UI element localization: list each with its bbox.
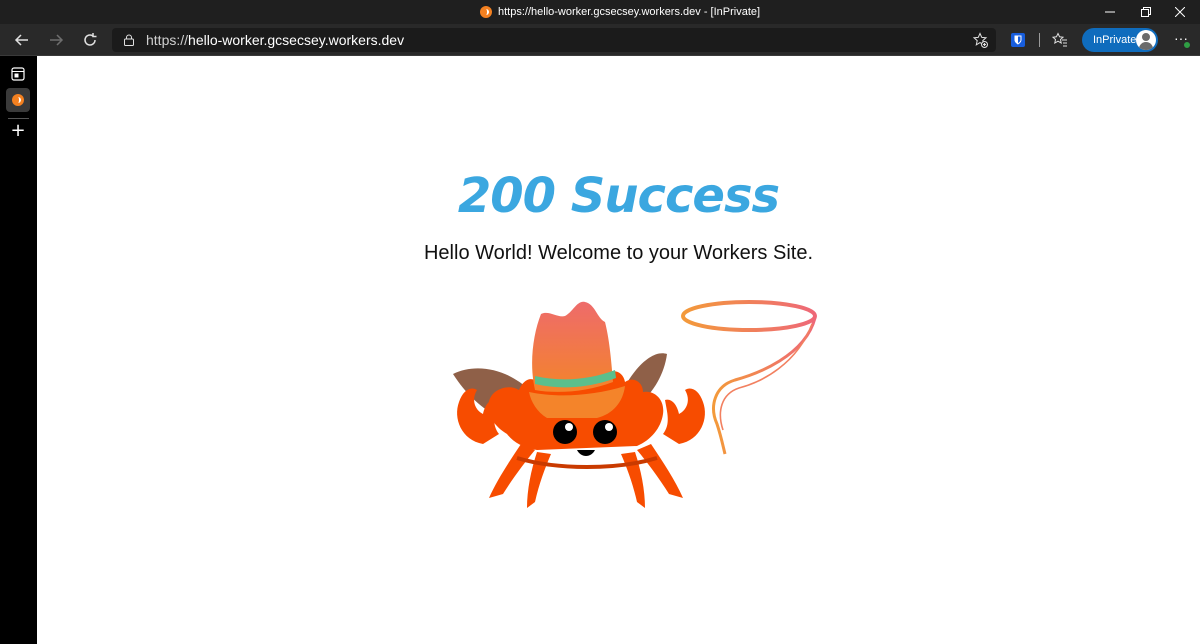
sidebar-divider	[8, 118, 29, 119]
avatar	[1136, 30, 1156, 50]
add-favorite-button[interactable]	[970, 30, 990, 50]
favorites-button[interactable]	[1050, 30, 1070, 50]
window-title-text: https://hello-worker.gcsecsey.workers.de…	[498, 6, 761, 18]
tab-actions-button[interactable]	[8, 64, 28, 84]
inprivate-button[interactable]: InPrivate	[1082, 28, 1158, 52]
bitwarden-extension-button[interactable]	[1008, 30, 1028, 50]
cloudflare-favicon-icon	[480, 6, 492, 18]
shield-icon	[1011, 33, 1025, 47]
address-host: hello-worker.gcsecsey.workers.dev	[188, 32, 405, 48]
tab-hello-worker[interactable]	[6, 88, 30, 112]
close-button[interactable]	[1160, 0, 1200, 24]
page-viewport: 200 Success Hello World! Welcome to your…	[37, 56, 1200, 644]
inprivate-label: InPrivate	[1093, 34, 1137, 46]
minimize-icon	[1105, 11, 1115, 13]
page-subtitle: Hello World! Welcome to your Workers Sit…	[423, 242, 813, 264]
cloudflare-favicon-icon	[12, 94, 24, 106]
forward-button[interactable]	[44, 28, 68, 52]
lock-icon[interactable]	[124, 34, 134, 46]
minimize-button[interactable]	[1090, 0, 1130, 24]
tab-actions-icon	[11, 67, 25, 81]
restore-icon	[1141, 7, 1151, 17]
address-scheme: https://	[146, 32, 189, 48]
favorites-icon	[1052, 32, 1067, 47]
forward-arrow-icon	[50, 34, 64, 46]
vertical-tabs-sidebar	[0, 56, 37, 644]
refresh-button[interactable]	[78, 28, 102, 52]
update-badge	[1183, 41, 1191, 49]
window-title: https://hello-worker.gcsecsey.workers.de…	[480, 0, 760, 24]
back-arrow-icon	[14, 34, 28, 46]
title-bar: https://hello-worker.gcsecsey.workers.de…	[0, 0, 1200, 24]
ferris-cowboy-crab-image	[453, 300, 817, 508]
settings-more-button[interactable]: ···	[1170, 30, 1192, 50]
new-tab-button[interactable]: +	[8, 121, 28, 141]
page-heading: 200 Success	[457, 168, 780, 224]
toolbar-separator	[1039, 33, 1040, 47]
refresh-icon	[84, 33, 97, 46]
back-button[interactable]	[10, 28, 34, 52]
close-icon	[1175, 7, 1185, 17]
star-plus-icon	[972, 32, 988, 48]
address-url[interactable]: https://hello-worker.gcsecsey.workers.de…	[146, 31, 404, 49]
plus-icon: +	[10, 120, 26, 141]
